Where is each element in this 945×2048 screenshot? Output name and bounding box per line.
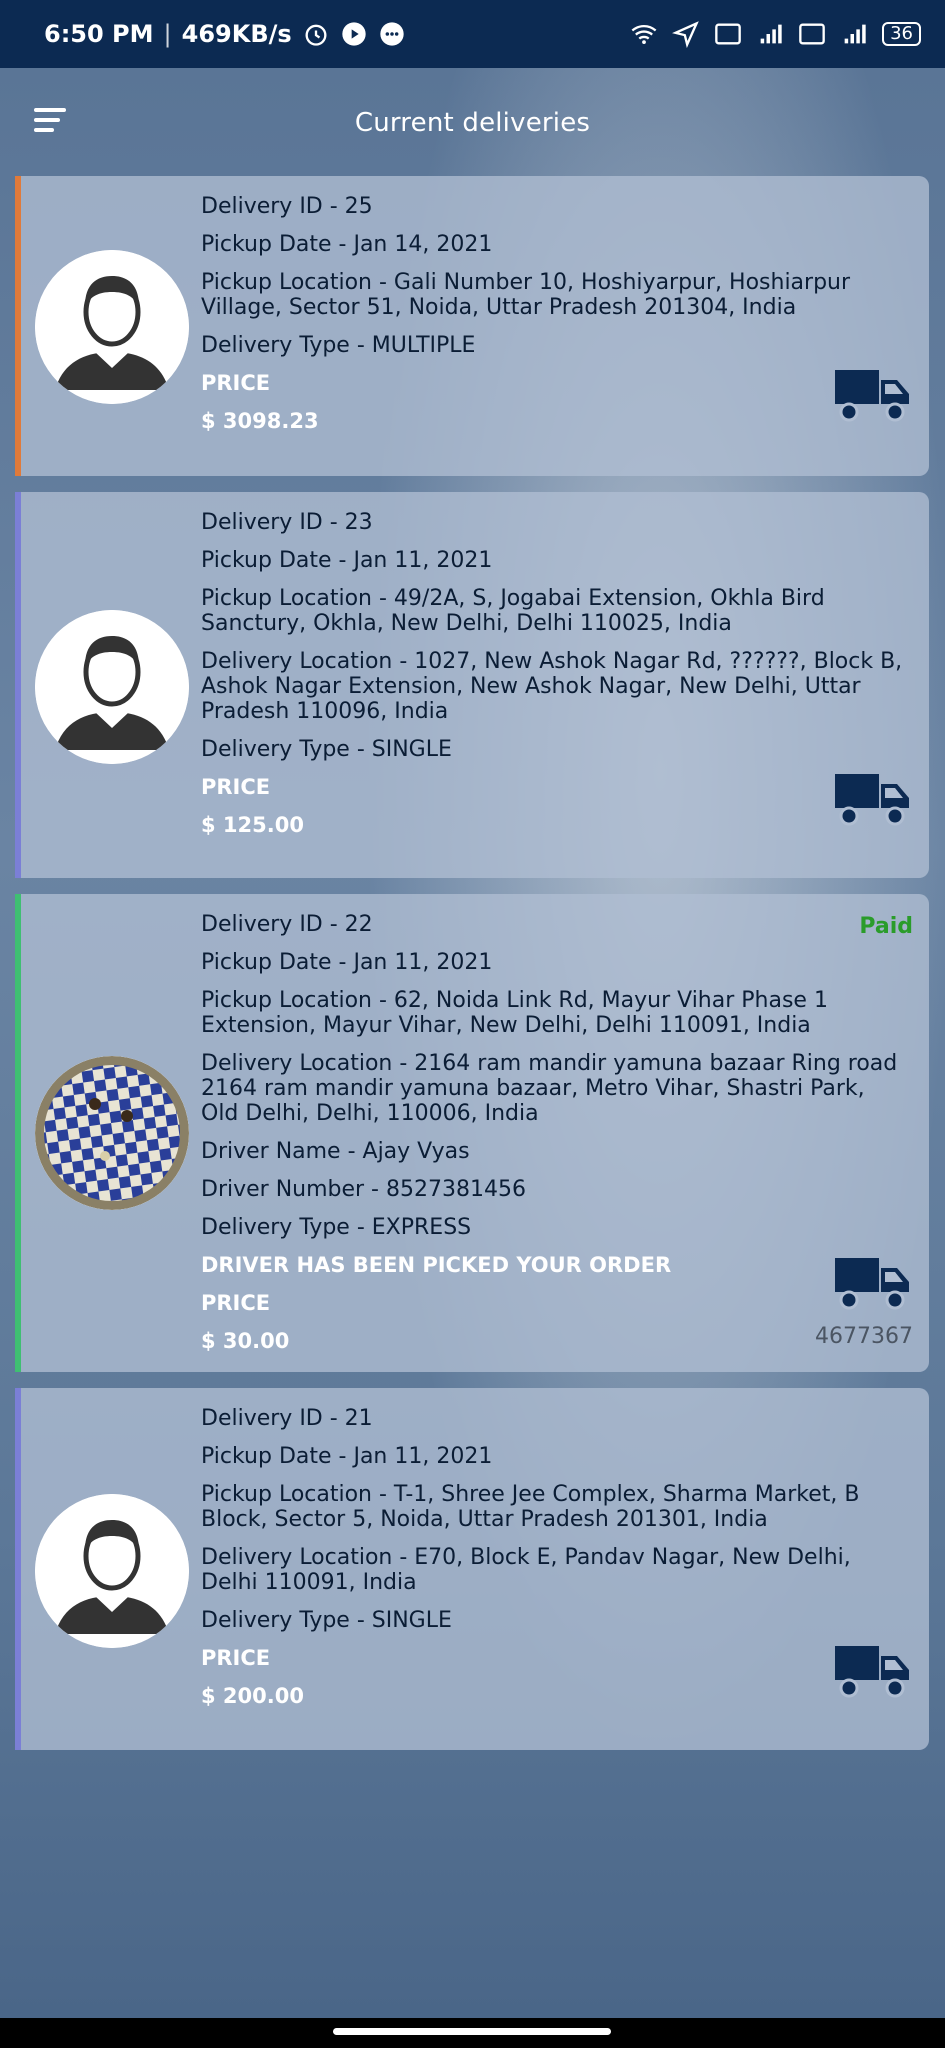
delivery-location: Delivery Location - 2164 ram mandir yamu… [201, 1051, 898, 1126]
truck-icon [835, 1646, 909, 1698]
pickup-date: Pickup Date - Jan 11, 2021 [201, 548, 493, 573]
driver-name: Driver Name - Ajay Vyas [201, 1139, 470, 1164]
alarm-icon [305, 24, 327, 46]
price-value: $ 30.00 [201, 1329, 290, 1353]
driver-status: DRIVER HAS BEEN PICKED YOUR ORDER [201, 1253, 672, 1277]
location-icon [672, 21, 699, 48]
delivery-type: Delivery Type - MULTIPLE [201, 333, 476, 358]
pickup-date: Pickup Date - Jan 11, 2021 [201, 950, 493, 975]
driver-number: Driver Number - 8527381456 [201, 1177, 526, 1202]
order-number: 4677367 [815, 1324, 913, 1349]
battery-indicator: 36 [882, 22, 921, 46]
price-value: $ 125.00 [201, 813, 304, 837]
app-bar: Current deliveries [0, 68, 945, 178]
delivery-card-25[interactable]: Delivery ID - 25 Pickup Date - Jan 14, 2… [15, 176, 929, 476]
play-icon [342, 22, 366, 46]
delivery-card-21[interactable]: Delivery ID - 21 Pickup Date - Jan 11, 2… [15, 1388, 929, 1750]
status-network-speed: 469KB/s [181, 20, 292, 48]
delivery-type: Delivery Type - SINGLE [201, 1608, 452, 1633]
price-value: $ 200.00 [201, 1684, 304, 1708]
pickup-date: Pickup Date - Jan 11, 2021 [201, 1444, 493, 1469]
home-indicator-bar [0, 2018, 945, 2048]
avatar-photo [35, 1056, 189, 1210]
pickup-location: Pickup Location - Gali Number 10, Hoshiy… [201, 270, 851, 320]
home-indicator[interactable] [333, 2028, 611, 2035]
avatar [35, 610, 189, 764]
price-label: PRICE [201, 1646, 271, 1670]
truck-icon [835, 774, 909, 826]
delivery-card-23[interactable]: Delivery ID - 23 Pickup Date - Jan 11, 2… [15, 492, 929, 878]
status-time: 6:50 PM [44, 20, 154, 48]
price-label: PRICE [201, 371, 271, 395]
price-label: PRICE [201, 775, 271, 799]
delivery-type: Delivery Type - SINGLE [201, 737, 452, 762]
truck-icon [835, 1258, 909, 1310]
price-value: $ 3098.23 [201, 409, 319, 433]
delivery-type: Delivery Type - EXPRESS [201, 1215, 472, 1240]
delivery-card-22[interactable]: Paid Delivery ID - 22 Pickup Date - Jan … [15, 894, 929, 1372]
delivery-location: Delivery Location - 1027, New Ashok Naga… [201, 649, 903, 724]
truck-icon [835, 370, 909, 422]
price-label: PRICE [201, 1291, 271, 1315]
avatar [35, 250, 189, 404]
menu-icon[interactable] [34, 108, 68, 134]
volte-icon [715, 23, 741, 45]
pickup-location: Pickup Location - 62, Noida Link Rd, May… [201, 988, 828, 1038]
page-title: Current deliveries [354, 108, 591, 138]
delivery-location: Delivery Location - E70, Block E, Pandav… [201, 1545, 851, 1595]
pickup-location: Pickup Location - T-1, Shree Jee Complex… [201, 1482, 860, 1532]
delivery-id: Delivery ID - 21 [201, 1406, 373, 1431]
delivery-id: Delivery ID - 22 [201, 912, 373, 937]
pickup-location: Pickup Location - 49/2A, S, Jogabai Exte… [201, 586, 825, 636]
chat-icon [380, 22, 404, 46]
wifi-icon [631, 24, 657, 45]
delivery-id: Delivery ID - 25 [201, 194, 373, 219]
pickup-date: Pickup Date - Jan 14, 2021 [201, 232, 493, 257]
volte-icon-2 [799, 23, 825, 45]
delivery-id: Delivery ID - 23 [201, 510, 373, 535]
signal-icon-2 [844, 24, 866, 44]
signal-icon [760, 24, 782, 44]
avatar [35, 1494, 189, 1648]
status-bar: 6:50 PM | 469KB/s 36 [0, 0, 945, 68]
